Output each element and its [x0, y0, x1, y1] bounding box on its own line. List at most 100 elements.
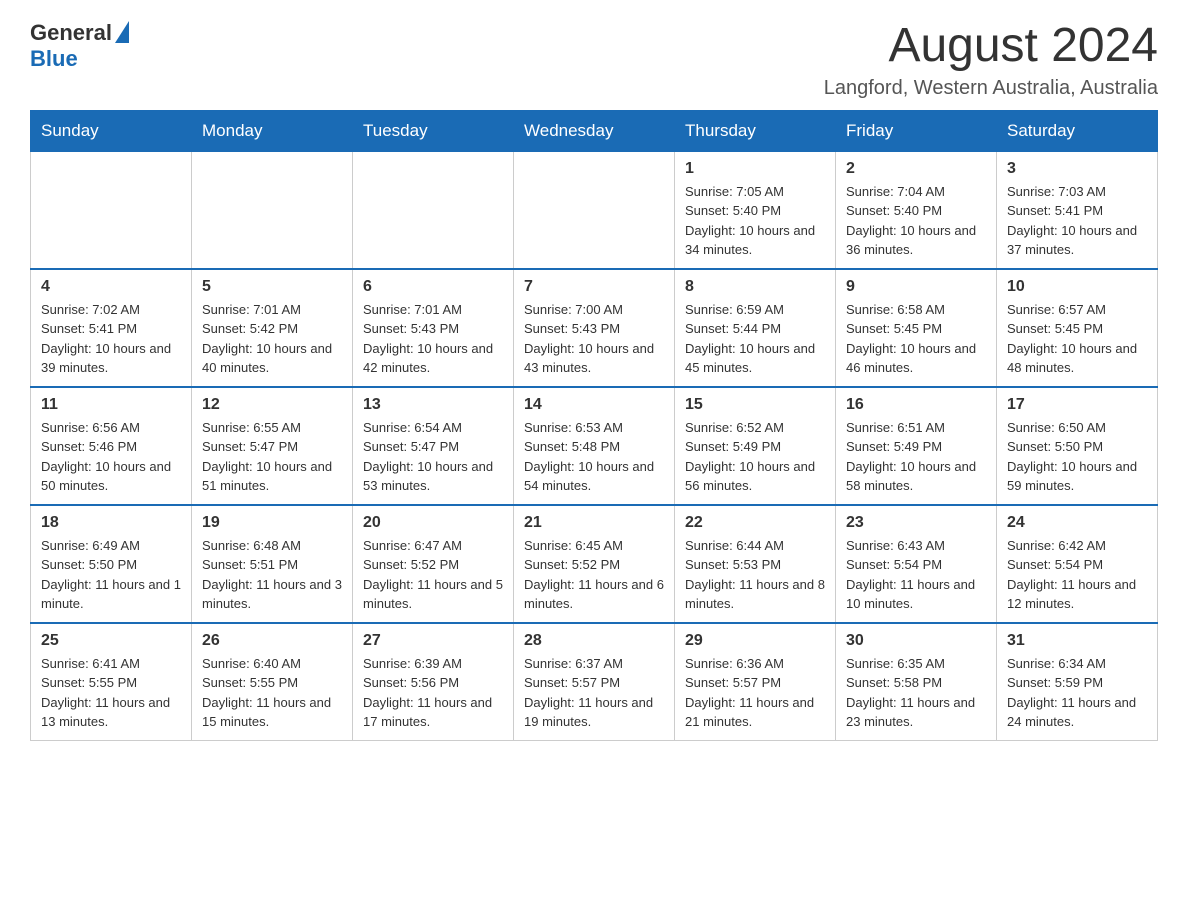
- logo-general-text: General: [30, 20, 112, 46]
- day-info: Sunrise: 6:56 AM Sunset: 5:46 PM Dayligh…: [41, 418, 181, 496]
- calendar-day-cell: 21 Sunrise: 6:45 AM Sunset: 5:52 PM Dayli…: [514, 505, 675, 623]
- day-number: 2: [846, 160, 986, 178]
- calendar-day-cell: 11 Sunrise: 6:56 AM Sunset: 5:46 PM Dayli…: [31, 387, 192, 505]
- day-number: 29: [685, 632, 825, 650]
- calendar-day-cell: 6Sunrise: 7:01 AM Sunset: 5:43 PM Daylig…: [353, 269, 514, 387]
- day-info: Sunrise: 6:55 AM Sunset: 5:47 PM Dayligh…: [202, 418, 342, 496]
- calendar-day-cell: 2 Sunrise: 7:04 AM Sunset: 5:40 PM Daylig…: [836, 151, 997, 269]
- day-of-week-header: Sunday: [31, 110, 192, 151]
- day-number: 7: [524, 278, 664, 296]
- day-info: Sunrise: 6:45 AM Sunset: 5:52 PM Dayligh…: [524, 536, 664, 614]
- day-number: 12: [202, 396, 342, 414]
- day-info: Sunrise: 7:02 AM Sunset: 5:41 PM Dayligh…: [41, 300, 181, 378]
- day-info: Sunrise: 6:34 AM Sunset: 5:59 PM Dayligh…: [1007, 654, 1147, 732]
- day-number: 23: [846, 514, 986, 532]
- day-of-week-header: Wednesday: [514, 110, 675, 151]
- day-info: Sunrise: 6:49 AM Sunset: 5:50 PM Dayligh…: [41, 536, 181, 614]
- logo: General Blue: [30, 20, 129, 72]
- calendar-table: SundayMondayTuesdayWednesdayThursdayFrid…: [30, 110, 1158, 741]
- day-number: 28: [524, 632, 664, 650]
- day-number: 22: [685, 514, 825, 532]
- day-number: 11: [41, 396, 181, 414]
- day-number: 14: [524, 396, 664, 414]
- day-number: 26: [202, 632, 342, 650]
- calendar-week-row: 11 Sunrise: 6:56 AM Sunset: 5:46 PM Dayli…: [31, 387, 1158, 505]
- day-of-week-header: Saturday: [997, 110, 1158, 151]
- calendar-day-cell: 31 Sunrise: 6:34 AM Sunset: 5:59 PM Dayli…: [997, 623, 1158, 741]
- calendar-day-cell: 27 Sunrise: 6:39 AM Sunset: 5:56 PM Dayli…: [353, 623, 514, 741]
- calendar-day-cell: 9 Sunrise: 6:58 AM Sunset: 5:45 PM Daylig…: [836, 269, 997, 387]
- day-info: Sunrise: 6:57 AM Sunset: 5:45 PM Dayligh…: [1007, 300, 1147, 378]
- calendar-day-cell: [514, 151, 675, 269]
- day-number: 27: [363, 632, 503, 650]
- calendar-day-cell: 25 Sunrise: 6:41 AM Sunset: 5:55 PM Dayli…: [31, 623, 192, 741]
- calendar-day-cell: 29Sunrise: 6:36 AM Sunset: 5:57 PM Dayli…: [675, 623, 836, 741]
- calendar-week-row: 25 Sunrise: 6:41 AM Sunset: 5:55 PM Dayli…: [31, 623, 1158, 741]
- day-number: 18: [41, 514, 181, 532]
- day-of-week-header: Friday: [836, 110, 997, 151]
- day-info: Sunrise: 6:42 AM Sunset: 5:54 PM Dayligh…: [1007, 536, 1147, 614]
- day-info: Sunrise: 6:54 AM Sunset: 5:47 PM Dayligh…: [363, 418, 503, 496]
- day-number: 24: [1007, 514, 1147, 532]
- calendar-day-cell: 26 Sunrise: 6:40 AM Sunset: 5:55 PM Dayli…: [192, 623, 353, 741]
- day-info: Sunrise: 6:51 AM Sunset: 5:49 PM Dayligh…: [846, 418, 986, 496]
- day-number: 4: [41, 278, 181, 296]
- day-number: 21: [524, 514, 664, 532]
- calendar-day-cell: 13 Sunrise: 6:54 AM Sunset: 5:47 PM Dayli…: [353, 387, 514, 505]
- day-info: Sunrise: 6:59 AM Sunset: 5:44 PM Dayligh…: [685, 300, 825, 378]
- calendar-day-cell: 19Sunrise: 6:48 AM Sunset: 5:51 PM Dayli…: [192, 505, 353, 623]
- calendar-day-cell: [353, 151, 514, 269]
- day-number: 30: [846, 632, 986, 650]
- day-info: Sunrise: 6:53 AM Sunset: 5:48 PM Dayligh…: [524, 418, 664, 496]
- day-of-week-header: Thursday: [675, 110, 836, 151]
- day-number: 5: [202, 278, 342, 296]
- day-number: 20: [363, 514, 503, 532]
- calendar-day-cell: 23 Sunrise: 6:43 AM Sunset: 5:54 PM Dayli…: [836, 505, 997, 623]
- day-number: 17: [1007, 396, 1147, 414]
- calendar-week-row: 1Sunrise: 7:05 AM Sunset: 5:40 PM Daylig…: [31, 151, 1158, 269]
- calendar-day-cell: 1Sunrise: 7:05 AM Sunset: 5:40 PM Daylig…: [675, 151, 836, 269]
- day-info: Sunrise: 6:40 AM Sunset: 5:55 PM Dayligh…: [202, 654, 342, 732]
- day-info: Sunrise: 6:47 AM Sunset: 5:52 PM Dayligh…: [363, 536, 503, 614]
- day-info: Sunrise: 6:35 AM Sunset: 5:58 PM Dayligh…: [846, 654, 986, 732]
- day-info: Sunrise: 6:58 AM Sunset: 5:45 PM Dayligh…: [846, 300, 986, 378]
- calendar-day-cell: 20 Sunrise: 6:47 AM Sunset: 5:52 PM Dayli…: [353, 505, 514, 623]
- calendar-week-row: 4 Sunrise: 7:02 AM Sunset: 5:41 PM Daylig…: [31, 269, 1158, 387]
- day-info: Sunrise: 6:43 AM Sunset: 5:54 PM Dayligh…: [846, 536, 986, 614]
- day-number: 3: [1007, 160, 1147, 178]
- calendar-day-cell: 18 Sunrise: 6:49 AM Sunset: 5:50 PM Dayli…: [31, 505, 192, 623]
- days-of-week-row: SundayMondayTuesdayWednesdayThursdayFrid…: [31, 110, 1158, 151]
- day-info: Sunrise: 6:37 AM Sunset: 5:57 PM Dayligh…: [524, 654, 664, 732]
- month-title: August 2024: [824, 20, 1158, 73]
- day-info: Sunrise: 7:01 AM Sunset: 5:43 PM Dayligh…: [363, 300, 503, 378]
- calendar-day-cell: 7Sunrise: 7:00 AM Sunset: 5:43 PM Daylig…: [514, 269, 675, 387]
- day-of-week-header: Tuesday: [353, 110, 514, 151]
- day-info: Sunrise: 6:41 AM Sunset: 5:55 PM Dayligh…: [41, 654, 181, 732]
- day-number: 9: [846, 278, 986, 296]
- calendar-day-cell: 8Sunrise: 6:59 AM Sunset: 5:44 PM Daylig…: [675, 269, 836, 387]
- day-number: 19: [202, 514, 342, 532]
- day-info: Sunrise: 6:39 AM Sunset: 5:56 PM Dayligh…: [363, 654, 503, 732]
- calendar-day-cell: 12 Sunrise: 6:55 AM Sunset: 5:47 PM Dayli…: [192, 387, 353, 505]
- calendar-day-cell: 30 Sunrise: 6:35 AM Sunset: 5:58 PM Dayli…: [836, 623, 997, 741]
- calendar-day-cell: 5 Sunrise: 7:01 AM Sunset: 5:42 PM Daylig…: [192, 269, 353, 387]
- day-number: 25: [41, 632, 181, 650]
- title-block: August 2024 Langford, Western Australia,…: [824, 20, 1158, 100]
- calendar-week-row: 18 Sunrise: 6:49 AM Sunset: 5:50 PM Dayli…: [31, 505, 1158, 623]
- logo-blue-text: Blue: [30, 46, 78, 71]
- day-info: Sunrise: 6:52 AM Sunset: 5:49 PM Dayligh…: [685, 418, 825, 496]
- day-number: 31: [1007, 632, 1147, 650]
- calendar-day-cell: 15 Sunrise: 6:52 AM Sunset: 5:49 PM Dayli…: [675, 387, 836, 505]
- page-header: General Blue August 2024 Langford, Weste…: [30, 20, 1158, 100]
- calendar-day-cell: 16Sunrise: 6:51 AM Sunset: 5:49 PM Dayli…: [836, 387, 997, 505]
- day-number: 13: [363, 396, 503, 414]
- calendar-day-cell: 17 Sunrise: 6:50 AM Sunset: 5:50 PM Dayli…: [997, 387, 1158, 505]
- day-number: 15: [685, 396, 825, 414]
- calendar-day-cell: 28 Sunrise: 6:37 AM Sunset: 5:57 PM Dayli…: [514, 623, 675, 741]
- day-info: Sunrise: 6:50 AM Sunset: 5:50 PM Dayligh…: [1007, 418, 1147, 496]
- logo-triangle-icon: [115, 21, 129, 43]
- day-info: Sunrise: 6:44 AM Sunset: 5:53 PM Dayligh…: [685, 536, 825, 614]
- calendar-day-cell: 14 Sunrise: 6:53 AM Sunset: 5:48 PM Dayli…: [514, 387, 675, 505]
- day-info: Sunrise: 7:01 AM Sunset: 5:42 PM Dayligh…: [202, 300, 342, 378]
- day-info: Sunrise: 7:04 AM Sunset: 5:40 PM Dayligh…: [846, 182, 986, 260]
